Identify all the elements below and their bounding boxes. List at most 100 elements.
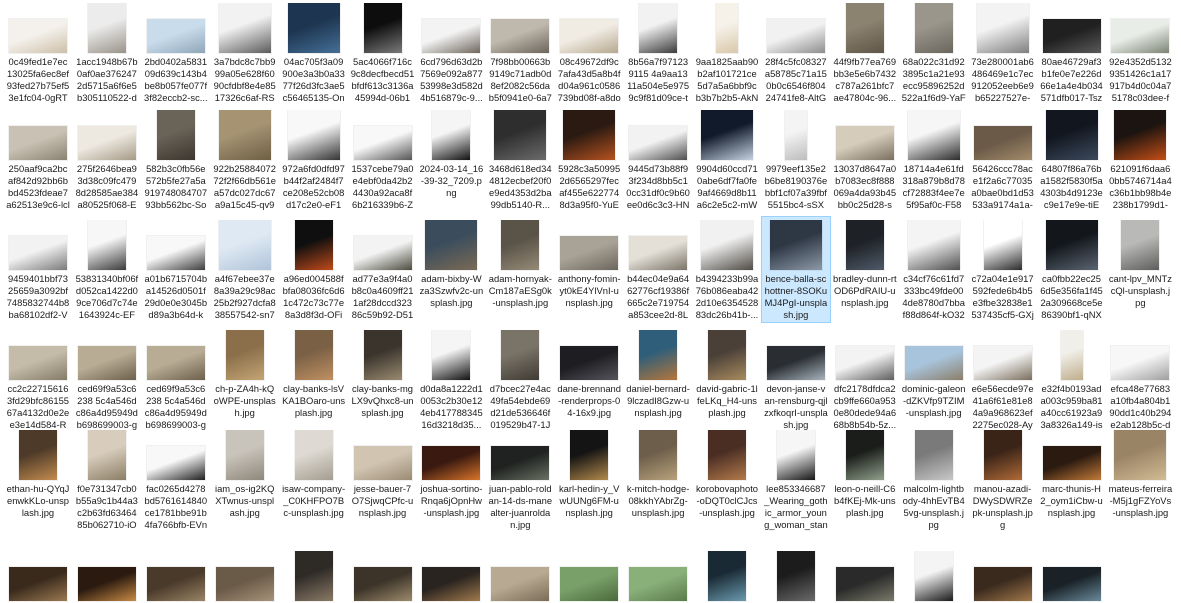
file-item[interactable] <box>486 548 554 603</box>
file-item[interactable]: 9aa1825aab90b2af101721ce5d7a5a6bbf9cb3b7… <box>693 0 761 105</box>
file-item[interactable]: b4394233b99a76b086eaba422d10e6354528 83d… <box>693 217 761 322</box>
file-item[interactable]: ethan-hu-QYqJenwkKLo-unsplash.jpg <box>4 427 72 532</box>
file-item[interactable]: ced69f9a53c6238 5c4a546dc86a4d95949db698… <box>142 327 210 432</box>
file-item[interactable]: 0c49fed1e7ec13025fa6ec8ef93fed27b75ef53e… <box>4 0 72 105</box>
file-item[interactable]: ch-p-ZA4h-kQoWPE-unsplash.jpg <box>211 327 279 432</box>
file-item[interactable]: ca0fbb22ec256d5e356fa1f452a309668ce5e863… <box>1038 217 1106 322</box>
file-item[interactable]: cc2c227156163fd29bfc8615567a4132d0e2ee3e… <box>4 327 72 432</box>
file-item[interactable] <box>417 548 485 603</box>
file-item[interactable]: bence-balla-schottner-8SOKuMJ4PgI-unspla… <box>760 216 831 323</box>
file-item[interactable]: e32f4b0193ada003c959ba81a40cc61923a93a83… <box>1038 327 1106 432</box>
file-item[interactable]: korobovaphoto-oDQT0clCJcs-unsplash.jpg <box>693 427 761 532</box>
file-item[interactable] <box>4 548 72 603</box>
file-item[interactable]: 1537cebe79a0e4ebf0da42b24430a92aca8f6b21… <box>349 107 417 212</box>
file-item[interactable] <box>349 548 417 603</box>
file-item[interactable] <box>142 548 210 603</box>
file-item[interactable]: dane-brennand-renderprops-04-16x9.jpg <box>555 327 623 432</box>
file-item[interactable]: 28f4c5fc08327a58785c71a150b0c6546f804247… <box>762 0 830 105</box>
file-item[interactable]: 1acc1948b67b0af0ae3762472d5715a6f6e5b305… <box>73 0 141 105</box>
file-item[interactable]: dfc2178dfdca2cb9ffe660a9530e80dede94a668… <box>831 327 899 432</box>
file-item[interactable]: 3a7bdc8c7bb999a05e628f6090cfdbf8e4e85173… <box>211 0 279 105</box>
file-item[interactable]: 04ac705f3a09900e3a3b0a3377f26d3fc3ae5c56… <box>280 0 348 105</box>
file-item[interactable]: 73e280001ab6486469e1c7ec912052eeb6e9b652… <box>969 0 1037 105</box>
file-item[interactable]: ced69f9a53c6238 5c4a546dc86a4d95949db698… <box>73 327 141 432</box>
file-item[interactable] <box>555 548 623 603</box>
file-item[interactable]: d0da8a1222d10053c2b30e12 4eb417788345 16… <box>417 327 485 432</box>
file-item[interactable]: fac0265d4278bd5761614840ce1781bbe91b4fa7… <box>142 427 210 532</box>
file-item[interactable]: 922b25884072 72f2f66db561ea57dc027dc67a9… <box>211 107 279 212</box>
file-item[interactable]: 9979eef135e2b6be8190376ebbf1cf07a39fbf55… <box>762 107 830 212</box>
file-item[interactable]: juan-pablo-roldan-14-ds-manealter-juanro… <box>486 427 554 532</box>
file-item[interactable] <box>762 548 830 603</box>
file-item[interactable]: lee853346687_Wearing_gothic_armor_young_… <box>762 427 830 532</box>
file-item[interactable]: 7f98bb00663b9149c71adb0d8ef2082c56dab5f0… <box>486 0 554 105</box>
file-item[interactable]: david-gabric-1lfeLKq_H4-unsplash.jpg <box>693 327 761 432</box>
file-item[interactable]: daniel-bernard-9lczadI8Gzw-unsplash.jpg <box>624 327 692 432</box>
file-item[interactable]: adam-hornyak-Cm187aESg0k-unsplash.jpg <box>486 217 554 322</box>
file-item[interactable] <box>831 548 899 603</box>
file-item[interactable]: efca48e77683a10fb4a804b190dd1c40b294e2ab… <box>1106 327 1174 432</box>
file-item[interactable]: 6cd796d63d2b7569e092a87753998e3d582d4b51… <box>417 0 485 105</box>
file-item[interactable]: a96ed004588fbfa08036fc6d61c472c73c77e8a3… <box>280 217 348 322</box>
file-item[interactable]: 9445d73b88f93f234d8bb5c10cc31df0c9b60ee0… <box>624 107 692 212</box>
file-item[interactable]: e6e56ecde97e41a6f61e81e84a9a968623ef2275… <box>969 327 1037 432</box>
file-item[interactable]: clay-banks-lsVKA1BOaro-unsplash.jpg <box>280 327 348 432</box>
file-item[interactable]: 5928c3a509952d6565297fecaf455e6227748d3a… <box>555 107 623 212</box>
file-item[interactable]: 2bd0402a583109d639c143b4be8b057fe077f3f8… <box>142 0 210 105</box>
file-item[interactable]: 80ae46729af3b1fe0e7e226d66e1a4e4b034571d… <box>1038 0 1106 105</box>
file-item[interactable]: manou-azadi-DWySDWRZepk-unsplash.jpg <box>969 427 1037 532</box>
file-item[interactable]: 621091f6daa60bb5746714a4c36b1bb98b4e238b… <box>1106 107 1174 212</box>
file-item[interactable] <box>624 548 692 603</box>
file-item[interactable]: 972a6fd0dfd97b44f2af2484f7ce208e52cb08d1… <box>280 107 348 212</box>
file-item[interactable]: malcolm-lightbody-4hhEvTB45vg-unsplash.j… <box>900 427 968 532</box>
file-item[interactable] <box>900 548 968 603</box>
file-item[interactable]: c72a04e1e917592fede6b4b5e3fbe32838e15374… <box>969 217 1037 322</box>
file-item[interactable]: bradley-dunn-rtOD6PdRAIU-unsplash.jpg <box>831 217 899 322</box>
file-item[interactable]: 2024-03-14_16-39-32_7209.png <box>417 107 485 212</box>
file-item[interactable]: isaw-company-_C0KHFPO7Bc-unsplash.jpg <box>280 427 348 532</box>
file-item[interactable]: 582b3c0fb56e572b5fe27a5a91974808470793bb… <box>142 107 210 212</box>
file-item[interactable]: iam_os-ig2KQXTwnus-unsplash.jpg <box>211 427 279 532</box>
file-item[interactable]: b44ec04e9a6462776cf19386f665c2e719754a85… <box>624 217 692 322</box>
file-item[interactable]: 9459401bbf7325659a3092bf7485832744b8ba68… <box>4 217 72 322</box>
file-item[interactable] <box>280 548 348 603</box>
file-item[interactable]: leon-o-neill-C6b4fKEj-Mk-unsplash.jpg <box>831 427 899 532</box>
file-item[interactable]: 18714a4e61fd318a879b8d78cf72883f4ee7e5f9… <box>900 107 968 212</box>
file-item[interactable]: 250aaf9ca2bcaf842d92bb6bbd4523fdeae7a625… <box>4 107 72 212</box>
file-item[interactable]: mateus-ferreira-M5j1gFZYoVs-unsplash.jpg <box>1106 427 1174 532</box>
file-item[interactable] <box>1038 548 1106 603</box>
file-item[interactable]: anthony-fomin-yt0kE4YlVnI-unsplash.jpg <box>555 217 623 322</box>
file-item[interactable]: 9904d60ccd710abe6df7fa0fe9af4669d8b11a6c… <box>693 107 761 212</box>
file-item[interactable]: cant-lpv_MNTzcQl-unsplash.jpg <box>1106 217 1174 322</box>
file-item[interactable]: 8b56a7f971239115 4a9aa1311a504e5e9759c9f… <box>624 0 692 105</box>
file-item[interactable]: 92e4352d51329351426c1a17917b4d0c04a75178… <box>1106 0 1174 105</box>
file-item[interactable]: 53831340bf06fd052ca1422d09ce706d7c74e164… <box>73 217 141 322</box>
file-item[interactable]: jesse-bauer-7O7SjwqCPfc-unsplash.jpg <box>349 427 417 532</box>
file-item[interactable] <box>211 548 279 603</box>
file-item[interactable]: devon-janse-van-rensburg-qjlzxfkoqrI-uns… <box>762 327 830 432</box>
file-item[interactable]: 5ac4066f716c9c8decfbecd51bfdf613c3136a45… <box>349 0 417 105</box>
file-item[interactable]: 08c49672df9c7afa43d5a8b4fd04a961c0586739… <box>555 0 623 105</box>
file-item[interactable]: 56426ccc78ace1f2a6c77035a0bae0bd1d53533a… <box>969 107 1037 212</box>
file-item[interactable]: 44f9fb77ea769bb3e5e6b7432c787a261bfc7ae4… <box>831 0 899 105</box>
file-item[interactable]: adam-bixby-Wza3Szwfv2c-unsplash.jpg <box>417 217 485 322</box>
file-item[interactable]: 3468d618ed344812ecbef20f0e9ed4353d2ba99d… <box>486 107 554 212</box>
file-item[interactable]: clay-banks-mgLX9vQhxc8-unsplash.jpg <box>349 327 417 432</box>
file-item[interactable]: marc-thunis-H2_oym1iCbw-unsplash.jpg <box>1038 427 1106 532</box>
file-item[interactable]: 64807f86a76ba1582f5830f5a4303b4d9123ec9e… <box>1038 107 1106 212</box>
file-item[interactable] <box>73 548 141 603</box>
file-item[interactable]: ad77e3a9f4a0b8c0a4609ff211af28dccd32386c… <box>349 217 417 322</box>
file-item[interactable] <box>969 548 1037 603</box>
file-item[interactable]: f0e731347cb0b55a9c1b44a3c2b63fd6346485b0… <box>73 427 141 532</box>
file-item[interactable]: karl-hedin-y_VwUUNg6FM-unsplash.jpg <box>555 427 623 532</box>
file-item[interactable]: c34cf76c61fd7333bc49fde004de8780d7bbaf88… <box>900 217 968 322</box>
file-item[interactable]: k-mitch-hodge-08kkhYAbrZg-unsplash.jpg <box>624 427 692 532</box>
file-item[interactable] <box>693 548 761 603</box>
file-item[interactable]: 68a022c31d923895c1a21e93ecc95896252d522a… <box>900 0 968 105</box>
file-item[interactable]: a01b6715704ba14526d0501f29d0e0e3045bd89a… <box>142 217 210 322</box>
file-item[interactable]: joshua-sortino-Rnqa6jOpnHw-unsplash.jpg <box>417 427 485 532</box>
file-item[interactable]: d7bcec27e4ac49fa54ebde69d21de536646f0195… <box>486 327 554 432</box>
file-item[interactable]: 13037d8647a0b7083ec8f888069a4da93b45bb0c… <box>831 107 899 212</box>
file-item[interactable]: 275f2646bea93d38c09fc4798d28585ae384a805… <box>73 107 141 212</box>
file-item[interactable]: dominic-galeon-dZKVfp9TZIM-unsplash.jpg <box>900 327 968 432</box>
